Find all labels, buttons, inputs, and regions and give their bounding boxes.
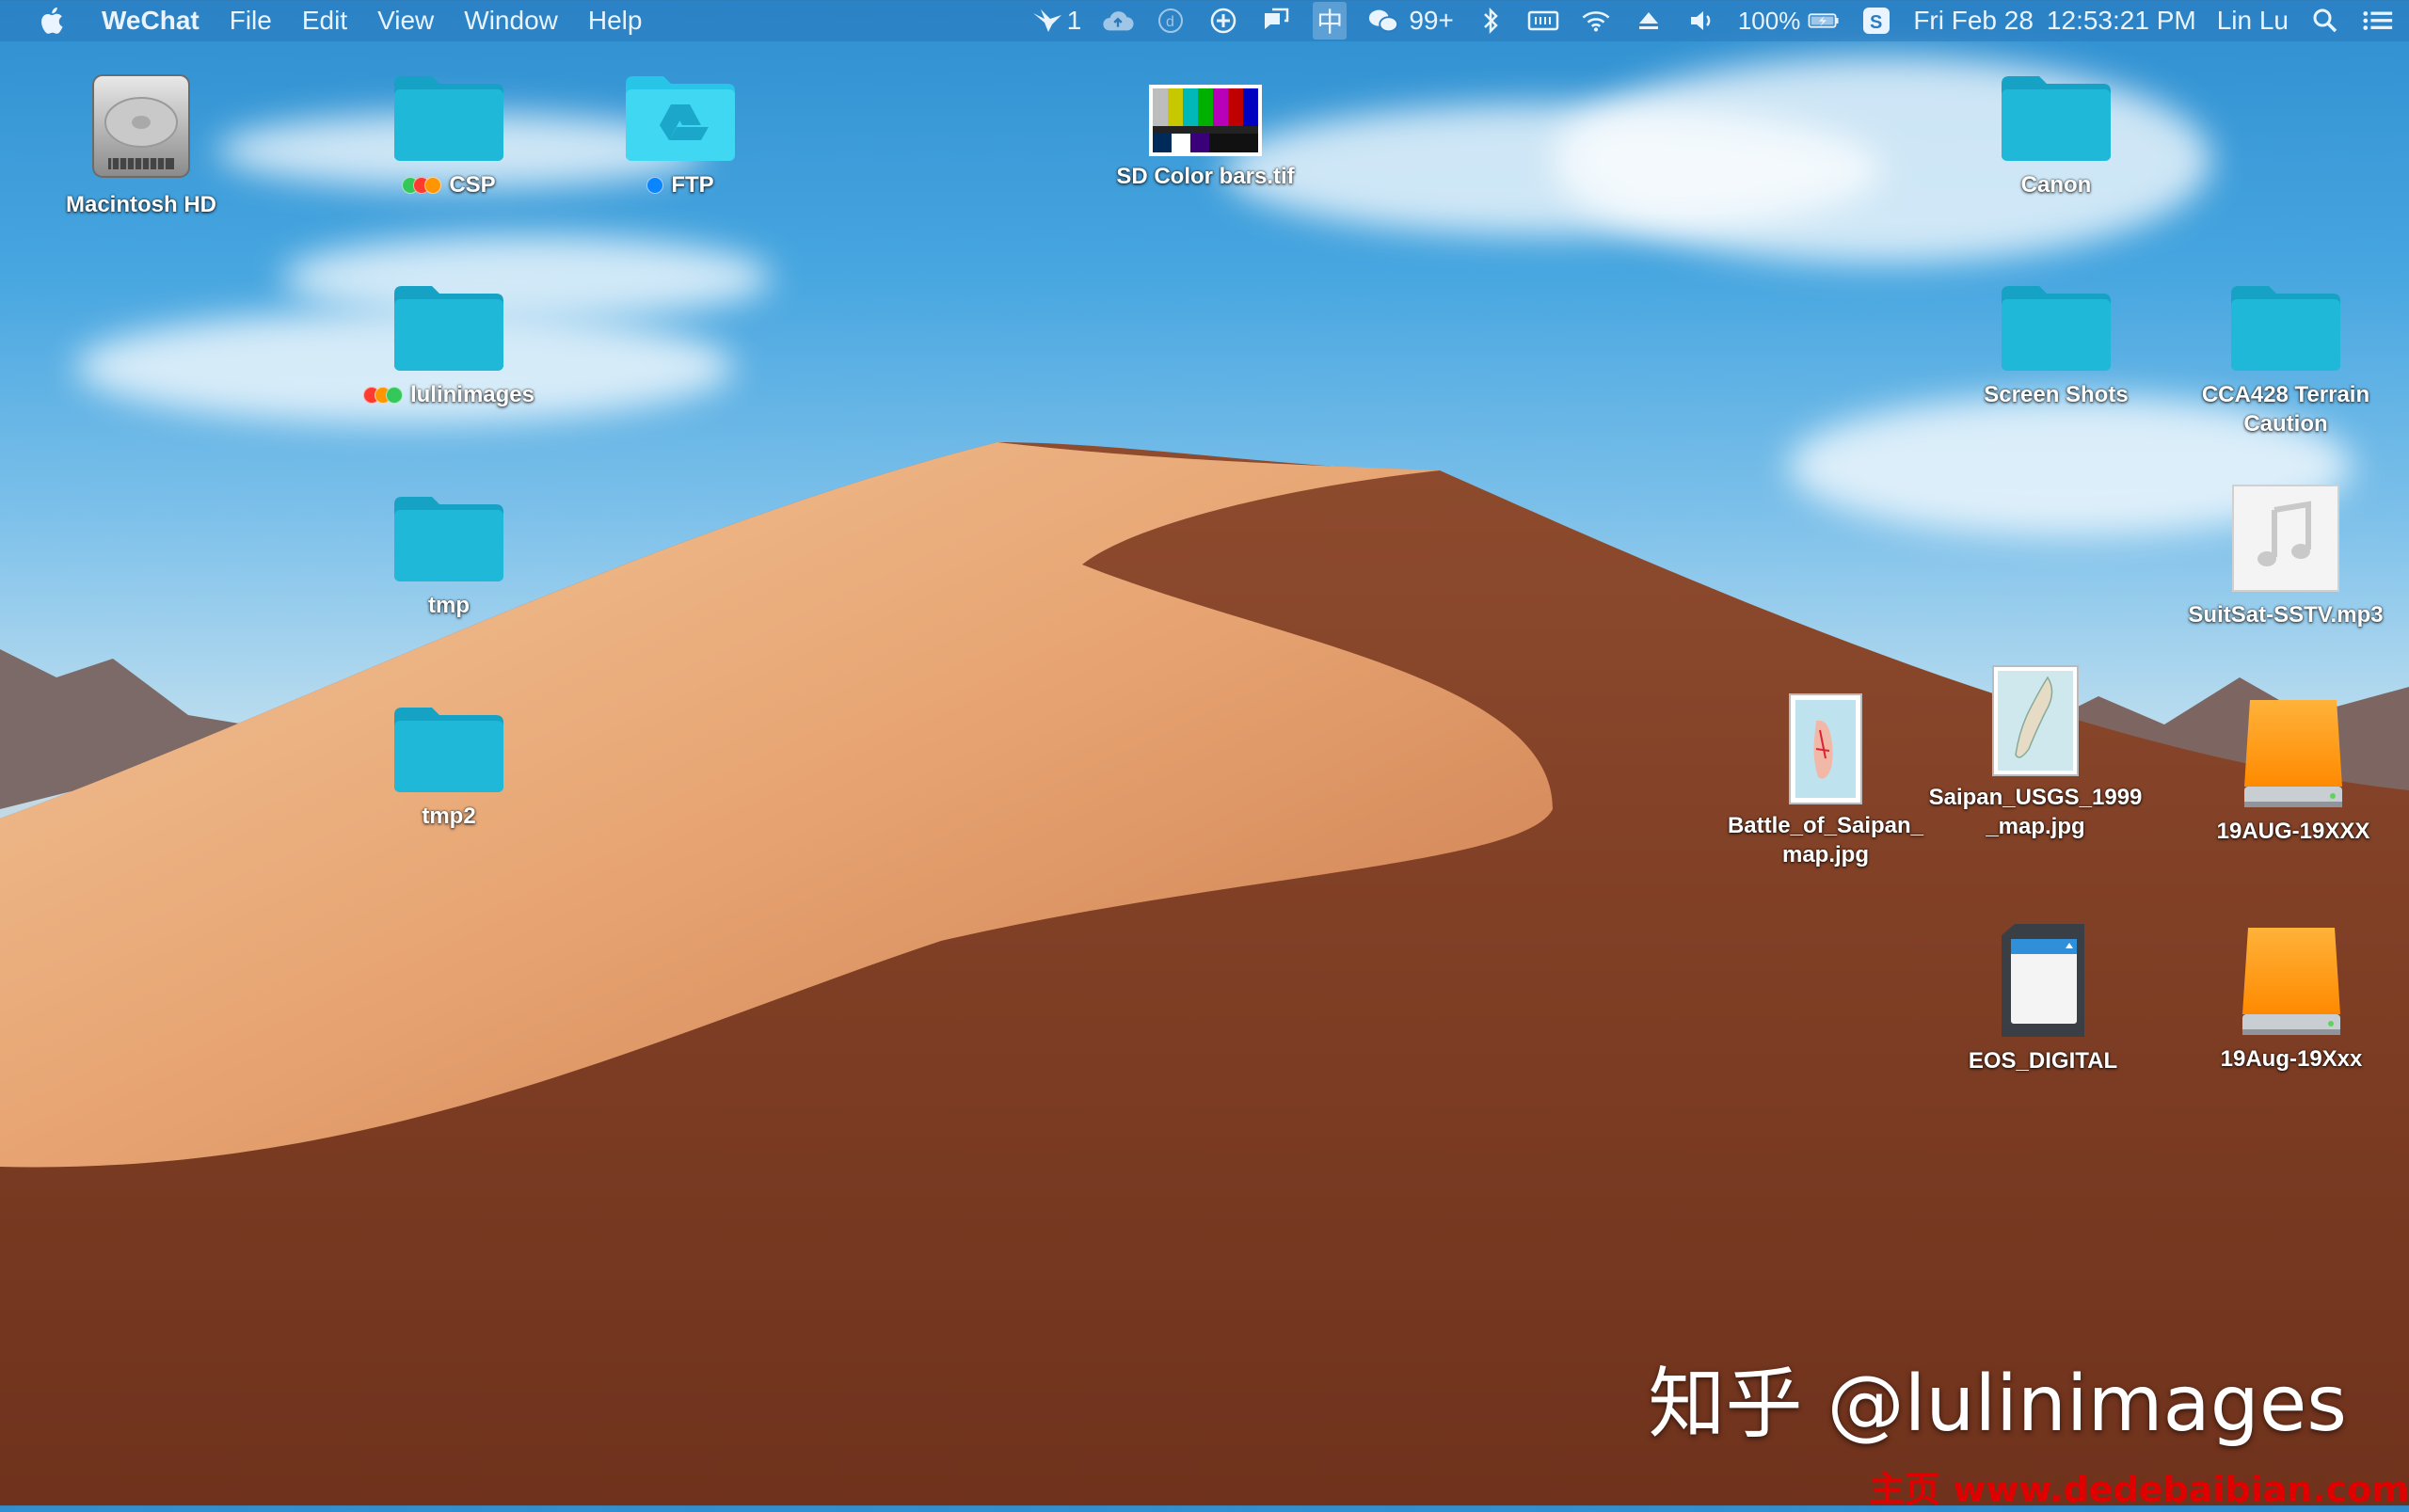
folder-icon bbox=[391, 702, 507, 796]
wechat-badge: 99+ bbox=[1409, 6, 1454, 35]
color-tags bbox=[646, 176, 664, 194]
external-drive-icon bbox=[2239, 924, 2344, 1039]
image-thumbnail-icon bbox=[1149, 85, 1262, 156]
item-label: Macintosh HD bbox=[65, 192, 216, 217]
item-label: Canon bbox=[2020, 172, 2092, 198]
menu-view[interactable]: View bbox=[377, 6, 434, 36]
desktop-item-tmp[interactable]: tmp bbox=[341, 491, 557, 620]
desktop-item-csp[interactable]: CSP bbox=[341, 71, 557, 199]
item-label: CSP bbox=[449, 172, 496, 198]
desktop-item-eos-digital[interactable]: EOS_DIGITAL bbox=[1935, 922, 2151, 1075]
site-watermark: 主页 www.dedebaibian.com bbox=[1869, 1469, 2409, 1510]
desktop-item-saipan-usgs[interactable]: Saipan_USGS_1999 _map.jpg bbox=[1927, 664, 2144, 841]
desktop-item-sd-color-bars[interactable]: SD Color bars.tif bbox=[1097, 85, 1314, 191]
desktop-item-19aug-19xxx-upper[interactable]: 19AUG-19XXX bbox=[2185, 696, 2401, 846]
svg-text:S: S bbox=[1870, 12, 1882, 33]
desktop-item-lulinimages[interactable]: lulinimages bbox=[341, 280, 557, 409]
color-tags bbox=[362, 386, 403, 404]
item-label-line1: CCA428 Terrain bbox=[2201, 382, 2370, 407]
item-label: SD Color bars.tif bbox=[1116, 164, 1295, 189]
sd-card-icon bbox=[1998, 922, 2088, 1041]
desktop-item-screen-shots[interactable]: Screen Shots bbox=[1948, 280, 2164, 409]
bird-notification-icon[interactable] bbox=[1031, 7, 1063, 35]
notification-count: 1 bbox=[1066, 6, 1082, 35]
folder-icon bbox=[2227, 280, 2344, 374]
item-label: SuitSat-SSTV.mp3 bbox=[2188, 602, 2384, 628]
item-label: 19AUG-19XXX bbox=[2216, 819, 2370, 844]
item-label: FTP bbox=[671, 172, 714, 198]
svg-text:d: d bbox=[1166, 14, 1174, 30]
notification-center-icon[interactable] bbox=[2362, 7, 2394, 35]
folder-icon bbox=[391, 491, 507, 585]
folder-icon bbox=[391, 280, 507, 374]
map-thumbnail-icon bbox=[1991, 664, 2080, 777]
chat-bubbles-icon[interactable] bbox=[1260, 7, 1292, 35]
color-tags bbox=[402, 176, 442, 194]
item-label-line2: Caution bbox=[2243, 411, 2328, 437]
folder-icon bbox=[1998, 71, 2114, 165]
menubar-user[interactable]: Lin Lu bbox=[2217, 6, 2289, 36]
desktop-item-cca428[interactable]: CCA428 Terrain Caution bbox=[2178, 280, 2394, 438]
map-thumbnail-icon bbox=[1788, 692, 1863, 805]
menu-edit[interactable]: Edit bbox=[302, 6, 347, 36]
menu-window[interactable]: Window bbox=[464, 6, 558, 36]
desktop-item-ftp[interactable]: FTP bbox=[572, 71, 789, 199]
menubar-time[interactable]: 12:53:21 PM bbox=[2047, 6, 2196, 36]
cloud-upload-icon[interactable] bbox=[1102, 7, 1134, 35]
item-label: 19Aug-19Xxx bbox=[2220, 1046, 2363, 1072]
plus-circle-icon[interactable] bbox=[1207, 7, 1239, 35]
desktop-item-canon[interactable]: Canon bbox=[1948, 71, 2164, 199]
input-method-icon[interactable]: 中 bbox=[1313, 2, 1348, 40]
hard-drive-icon bbox=[86, 68, 197, 184]
item-label-line2: _map.jpg bbox=[1986, 814, 2085, 839]
menu-app-name[interactable]: WeChat bbox=[102, 6, 199, 36]
item-label: lulinimages bbox=[409, 382, 535, 407]
folder-icon bbox=[1998, 280, 2114, 374]
battery-charging-icon[interactable] bbox=[1808, 7, 1840, 35]
desktop-item-tmp2[interactable]: tmp2 bbox=[341, 702, 557, 831]
menu-file[interactable]: File bbox=[230, 6, 272, 36]
dash-d-icon[interactable]: d bbox=[1155, 7, 1187, 35]
desktop-item-battle-of-saipan[interactable]: Battle_of_Saipan_ map.jpg bbox=[1717, 692, 1934, 869]
eject-icon[interactable] bbox=[1633, 7, 1665, 35]
sogou-s-icon[interactable]: S bbox=[1860, 7, 1892, 35]
memory-chip-icon[interactable] bbox=[1527, 7, 1559, 35]
item-label: Screen Shots bbox=[1984, 382, 2129, 407]
item-label: EOS_DIGITAL bbox=[1968, 1048, 2118, 1074]
google-drive-folder-icon bbox=[622, 71, 739, 165]
bluetooth-icon[interactable] bbox=[1475, 7, 1507, 35]
folder-icon bbox=[391, 71, 507, 165]
spotlight-search-icon[interactable] bbox=[2309, 7, 2341, 35]
desktop-item-suitsat-mp3[interactable]: SuitSat-SSTV.mp3 bbox=[2178, 482, 2394, 629]
menubar-date[interactable]: Fri Feb 28 bbox=[1913, 6, 2034, 36]
external-drive-icon bbox=[2241, 696, 2346, 811]
audio-file-icon bbox=[2229, 482, 2342, 595]
menu-bar: WeChat File Edit View Window Help 1 d 中 … bbox=[0, 0, 2409, 41]
battery-percent: 100% bbox=[1737, 6, 1801, 35]
item-label-line1: Saipan_USGS_1999 bbox=[1928, 785, 2143, 810]
wechat-icon[interactable] bbox=[1367, 7, 1399, 35]
item-label-line2: map.jpg bbox=[1781, 842, 1869, 867]
item-label: tmp bbox=[428, 593, 470, 618]
item-label: tmp2 bbox=[422, 804, 476, 829]
volume-icon[interactable] bbox=[1685, 7, 1717, 35]
desktop-item-macintosh-hd[interactable]: Macintosh HD bbox=[33, 68, 249, 219]
menu-help[interactable]: Help bbox=[588, 6, 643, 36]
apple-menu-icon[interactable] bbox=[36, 4, 70, 38]
item-label-line1: Battle_of_Saipan_ bbox=[1727, 813, 1924, 838]
desktop-item-19aug-19xxx-lower[interactable]: 19Aug-19Xxx bbox=[2183, 924, 2400, 1074]
zhihu-watermark: 知乎 @lulinimages bbox=[1648, 1360, 2347, 1449]
wifi-icon[interactable] bbox=[1580, 7, 1612, 35]
